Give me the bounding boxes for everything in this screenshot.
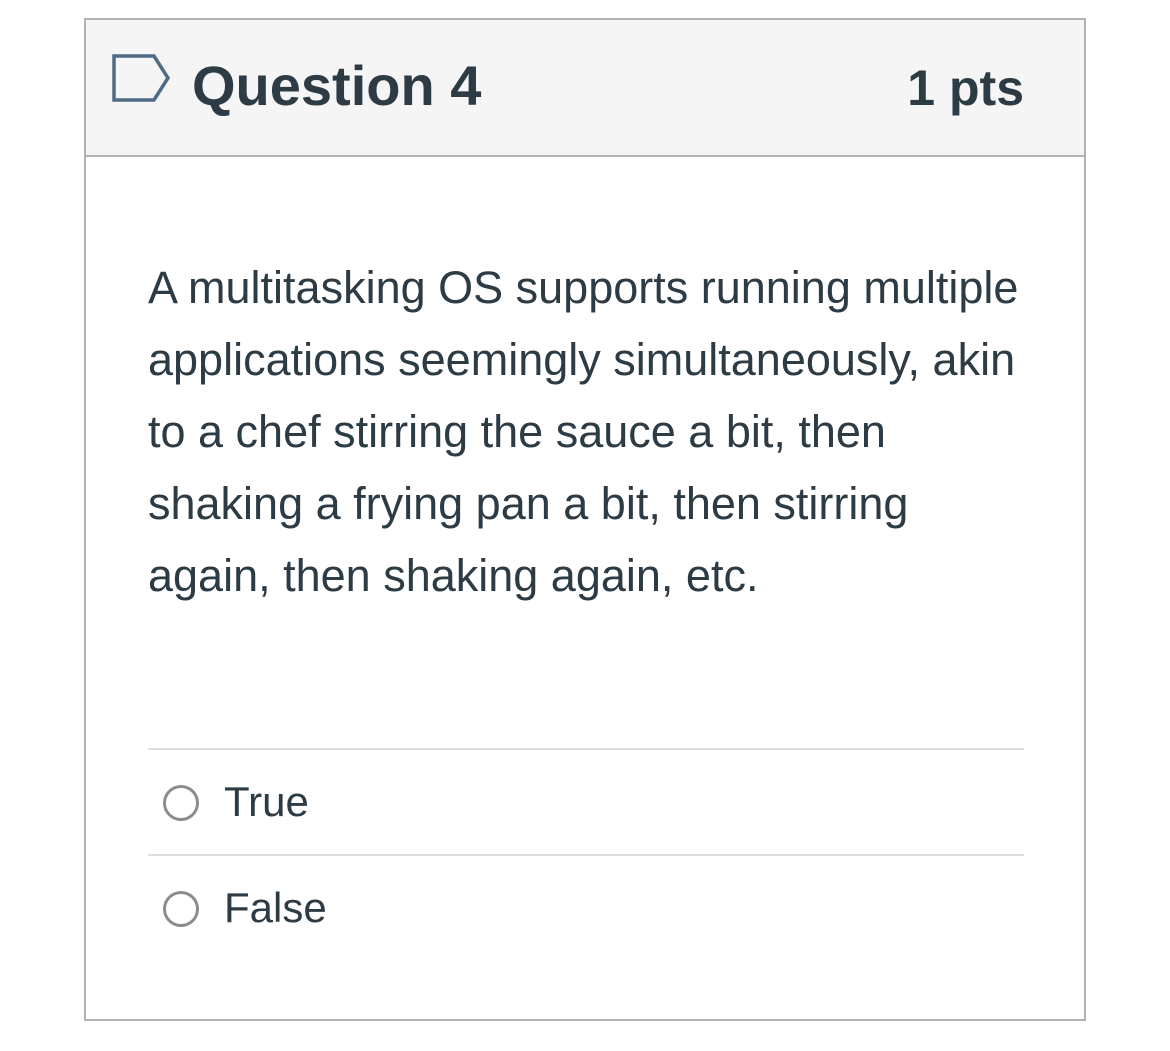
question-header: Question 4 1 pts: [86, 20, 1084, 157]
answer-label-true[interactable]: True: [224, 776, 309, 828]
radio-button-true[interactable]: [163, 785, 199, 821]
answer-option-false[interactable]: False: [148, 854, 1024, 960]
answer-list: True False: [148, 748, 1024, 960]
answer-label-false[interactable]: False: [224, 882, 327, 934]
question-text: A multitasking OS supports running multi…: [148, 262, 1019, 601]
question-card: Question 4 1 pts A multitasking OS suppo…: [84, 18, 1086, 1021]
question-title: Question 4: [192, 54, 482, 117]
flag-question-icon[interactable]: [110, 52, 174, 104]
answer-option-true[interactable]: True: [148, 748, 1024, 854]
radio-button-false[interactable]: [163, 891, 199, 927]
question-points: 1 pts: [907, 60, 1024, 116]
